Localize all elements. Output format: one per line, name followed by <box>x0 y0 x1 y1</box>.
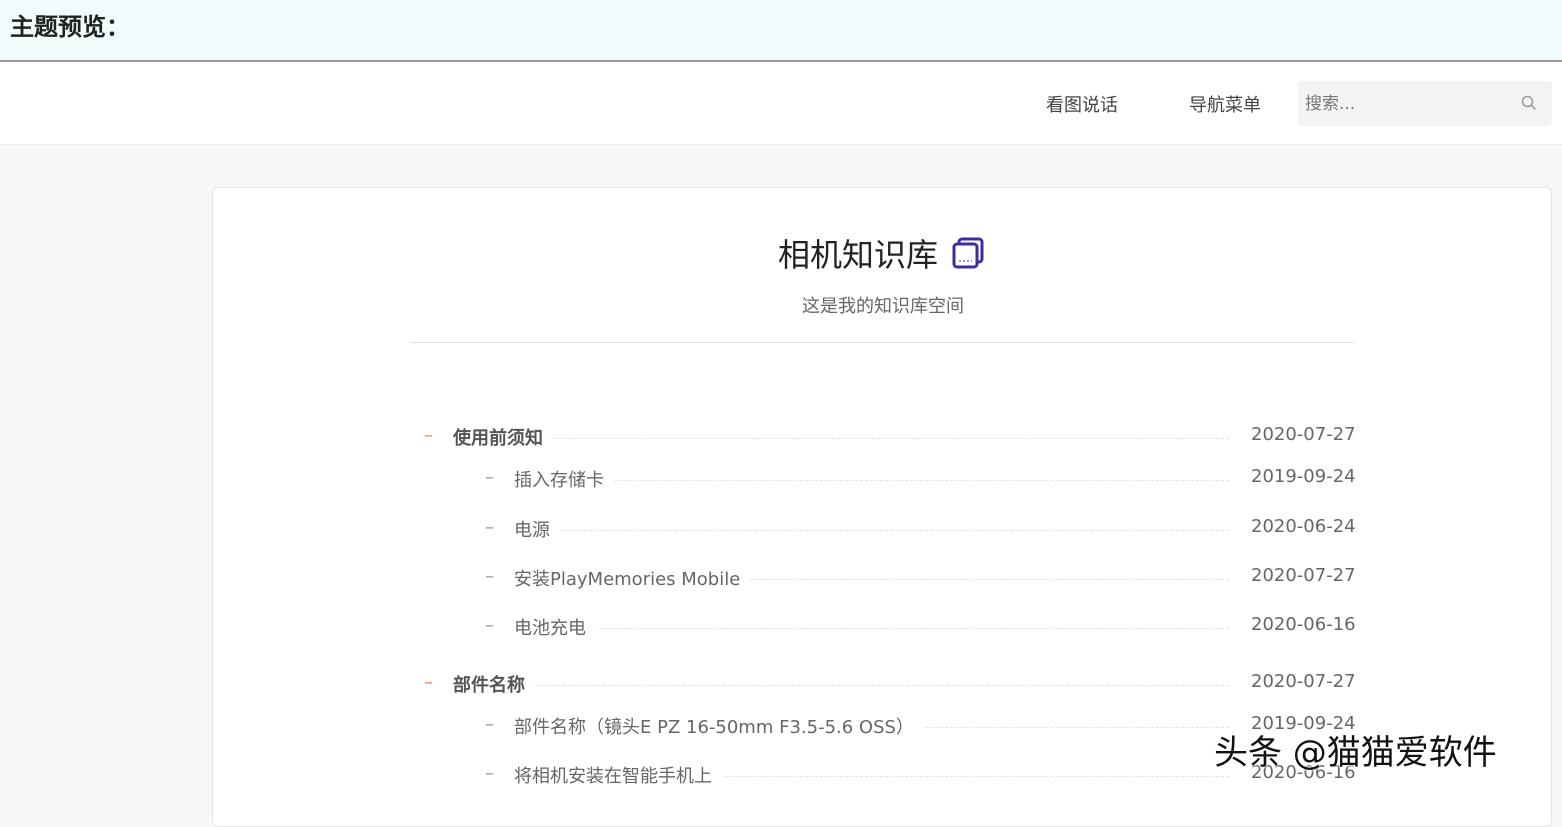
toc-label[interactable]: 部件名称（镜头E PZ 16-50mm F3.5-5.6 OSS） <box>514 713 924 739</box>
toc-label[interactable]: 将相机安装在智能手机上 <box>514 762 722 788</box>
search-input[interactable] <box>1298 81 1508 126</box>
toc-item[interactable]: – 插入存储卡 2019-09-24 <box>213 465 1553 495</box>
toc-section[interactable]: – 部件名称 2020-07-27 <box>213 670 1553 700</box>
toc-label[interactable]: 安装PlayMemories Mobile <box>514 565 751 591</box>
watermark-text: 头条 @猫猫爱软件 <box>1214 733 1497 773</box>
toc-leader-line <box>453 685 1229 686</box>
toc-label[interactable]: 电池充电 <box>514 614 596 640</box>
banner-title: 主题预览： <box>10 13 130 41</box>
toc-leader-line <box>514 530 1229 531</box>
toc-date: 2020-07-27 <box>1251 424 1356 445</box>
toc-item[interactable]: – 电池充电 2020-06-16 <box>213 613 1553 643</box>
search-box <box>1298 81 1552 126</box>
toc-item[interactable]: – 电源 2020-06-24 <box>213 515 1553 545</box>
preview-banner: 主题预览： <box>0 0 1562 62</box>
top-navbar: 看图说话 导航菜单 <box>0 62 1562 145</box>
item-dash-icon: – <box>485 714 494 735</box>
toc-leader-line <box>514 628 1229 629</box>
toc-date: 2020-06-24 <box>1251 516 1356 537</box>
toc-label[interactable]: 部件名称 <box>453 671 535 697</box>
item-dash-icon: – <box>485 467 494 488</box>
search-icon[interactable] <box>1520 94 1538 112</box>
toc-date: 2020-07-27 <box>1251 671 1356 692</box>
copy-icon[interactable] <box>951 236 985 270</box>
item-dash-icon: – <box>485 517 494 538</box>
toc-date: 2020-07-27 <box>1251 565 1356 586</box>
nav-link-look-and-talk[interactable]: 看图说话 <box>1046 91 1118 117</box>
kb-subtitle: 这是我的知识库空间 <box>802 296 964 317</box>
nav-link-nav-menu[interactable]: 导航菜单 <box>1189 91 1261 117</box>
toc-label[interactable]: 电源 <box>514 516 560 542</box>
toc-leader-line <box>514 480 1229 481</box>
item-dash-icon: – <box>485 763 494 784</box>
kb-title: 相机知识库 <box>778 236 939 274</box>
toc-date: 2020-06-16 <box>1251 614 1356 635</box>
collapse-dash-icon[interactable]: – <box>424 425 433 446</box>
toc-section[interactable]: – 使用前须知 2020-07-27 <box>213 423 1553 453</box>
item-dash-icon: – <box>485 566 494 587</box>
toc-item[interactable]: – 安装PlayMemories Mobile 2020-07-27 <box>213 564 1553 594</box>
title-divider <box>410 342 1354 343</box>
toc-label[interactable]: 使用前须知 <box>453 424 553 450</box>
collapse-dash-icon[interactable]: – <box>424 672 433 693</box>
toc-date: 2019-09-24 <box>1251 466 1356 487</box>
toc-label[interactable]: 插入存储卡 <box>514 466 614 492</box>
item-dash-icon: – <box>485 615 494 636</box>
toc-leader-line <box>453 438 1229 439</box>
